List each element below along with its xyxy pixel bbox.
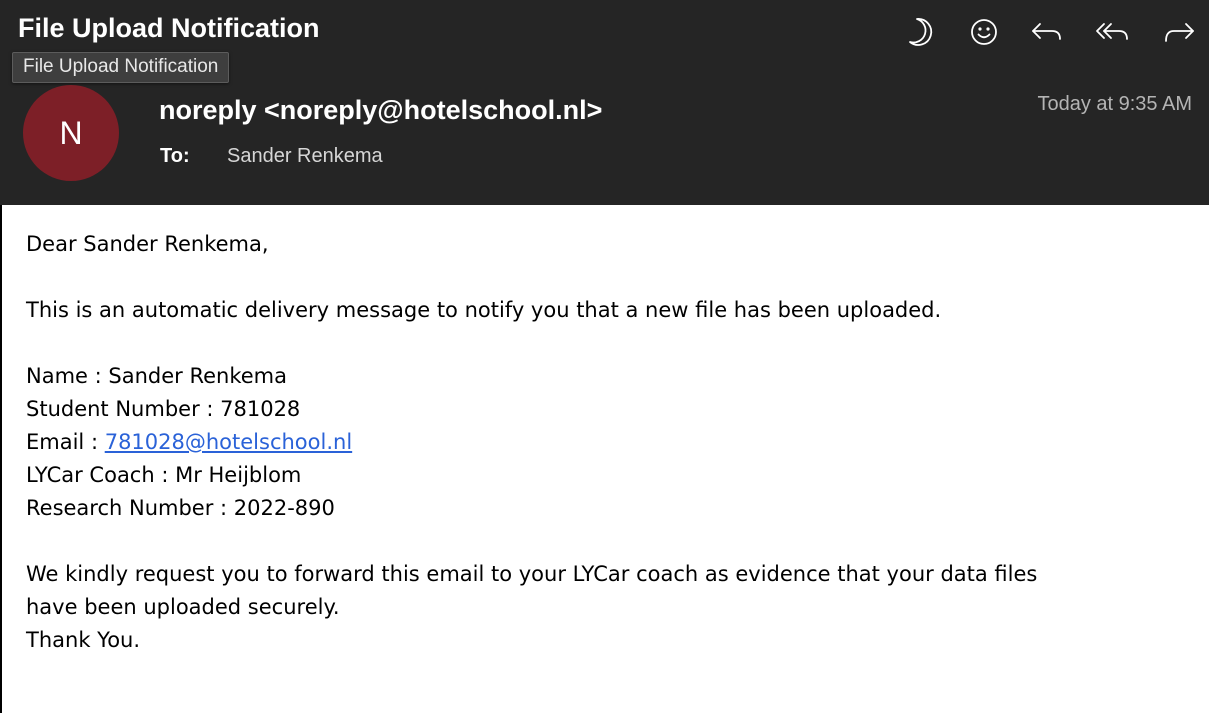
- research-number-line: Research Number : 2022-890: [26, 496, 335, 520]
- avatar-initial: N: [59, 114, 83, 151]
- recipient-name[interactable]: Sander Renkema: [227, 145, 383, 167]
- message-body: Dear Sander Renkema, This is an automati…: [0, 205, 1209, 713]
- smiley-icon[interactable]: [962, 12, 1006, 52]
- message-header: File Upload Notification File Upload Not…: [0, 0, 1209, 205]
- moon-icon[interactable]: [897, 12, 941, 52]
- student-number-line: Student Number : 781028: [26, 397, 301, 421]
- sender-address[interactable]: noreply <noreply@hotelschool.nl>: [159, 95, 602, 126]
- email-link[interactable]: 781028@hotelschool.nl: [105, 430, 352, 454]
- message-toolbar: [897, 12, 1207, 52]
- message-date: Today at 9:35 AM: [1037, 93, 1192, 115]
- reply-icon[interactable]: [1025, 12, 1069, 52]
- email-line: Email : 781028@hotelschool.nl: [26, 426, 1209, 459]
- greeting-text: Dear Sander Renkema,: [26, 232, 269, 256]
- request-line-1: We kindly request you to forward this em…: [26, 562, 1038, 586]
- request-line-2: have been uploaded securely.: [26, 595, 340, 619]
- coach-line: LYCar Coach : Mr Heijblom: [26, 463, 302, 487]
- thanks-line: Thank You.: [26, 628, 141, 652]
- to-label: To:: [160, 145, 190, 167]
- intro-text: This is an automatic delivery message to…: [26, 298, 942, 322]
- name-line: Name : Sander Renkema: [26, 364, 287, 388]
- subject-tooltip: File Upload Notification: [12, 52, 230, 83]
- sender-avatar: N: [23, 85, 119, 181]
- email-label: Email :: [26, 430, 105, 454]
- request-block: We kindly request you to forward this em…: [26, 558, 1209, 657]
- recipient-row: To: Sander Renkema: [160, 145, 383, 168]
- message-subject: File Upload Notification: [18, 13, 320, 43]
- forward-icon[interactable]: [1157, 12, 1201, 52]
- details-block: Name : Sander Renkema Student Number : 7…: [26, 360, 1209, 525]
- reply-all-icon[interactable]: [1090, 12, 1134, 52]
